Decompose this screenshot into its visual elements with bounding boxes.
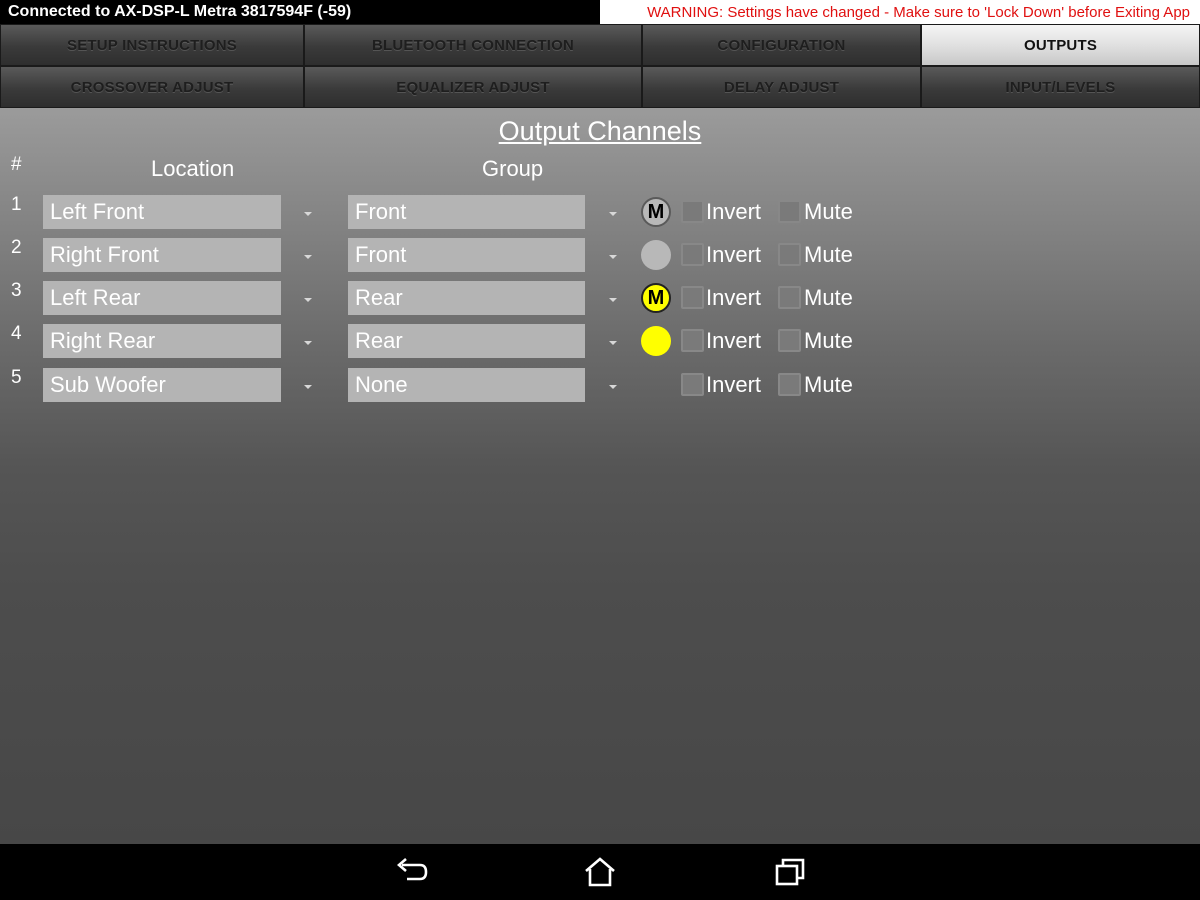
- tab-equalizer-adjust[interactable]: EQUALIZER ADJUST: [304, 66, 642, 108]
- tab-setup-instructions[interactable]: SETUP INSTRUCTIONS: [0, 24, 304, 66]
- column-location-header: Location: [151, 156, 235, 181]
- channel-number: 5: [11, 367, 22, 388]
- location-select[interactable]: Right Front: [43, 238, 281, 272]
- group-dropdown-icon[interactable]: [609, 385, 617, 389]
- group-select[interactable]: Rear: [348, 281, 585, 315]
- invert-checkbox[interactable]: [681, 200, 704, 223]
- location-dropdown-icon[interactable]: [304, 298, 312, 302]
- group-select[interactable]: Front: [348, 238, 585, 272]
- invert-label: Invert: [706, 328, 762, 353]
- channel-number: 3: [11, 280, 22, 301]
- invert-label: Invert: [706, 372, 762, 397]
- location-dropdown-icon[interactable]: [304, 341, 312, 345]
- master-indicator[interactable]: M: [641, 197, 671, 227]
- group-select[interactable]: None: [348, 368, 585, 402]
- mute-label: Mute: [804, 285, 853, 310]
- tab-crossover-adjust[interactable]: CROSSOVER ADJUST: [0, 66, 304, 108]
- tab-delay-adjust[interactable]: DELAY ADJUST: [642, 66, 921, 108]
- channel-number: 2: [11, 237, 22, 258]
- connection-status: Connected to AX-DSP-L Metra 3817594F (-5…: [8, 3, 352, 20]
- mute-checkbox[interactable]: [778, 286, 801, 309]
- invert-checkbox[interactable]: [681, 286, 704, 309]
- channel-number: 4: [11, 323, 22, 344]
- mute-label: Mute: [804, 372, 853, 397]
- group-dropdown-icon[interactable]: [609, 255, 617, 259]
- mute-checkbox[interactable]: [778, 329, 801, 352]
- location-select[interactable]: Left Front: [43, 195, 281, 229]
- recent-apps-icon: [775, 858, 805, 886]
- home-icon: [585, 857, 615, 887]
- tab-input-levels[interactable]: INPUT/LEVELS: [921, 66, 1200, 108]
- tab-outputs[interactable]: OUTPUTS: [921, 24, 1200, 66]
- location-select[interactable]: Sub Woofer: [43, 368, 281, 402]
- group-select[interactable]: Front: [348, 195, 585, 229]
- back-button[interactable]: [393, 856, 429, 888]
- invert-label: Invert: [706, 242, 762, 267]
- channel-number: 1: [11, 194, 22, 215]
- column-number-header: #: [11, 154, 22, 175]
- master-indicator[interactable]: M: [641, 283, 671, 313]
- invert-label: Invert: [706, 285, 762, 310]
- invert-checkbox[interactable]: [681, 243, 704, 266]
- tab-bluetooth-connection[interactable]: BLUETOOTH CONNECTION: [304, 24, 642, 66]
- warning-banner: WARNING: Settings have changed - Make su…: [600, 0, 1200, 24]
- master-indicator[interactable]: [641, 240, 671, 270]
- warning-text: WARNING: Settings have changed - Make su…: [647, 4, 1190, 21]
- group-select[interactable]: Rear: [348, 324, 585, 358]
- master-indicator[interactable]: [641, 326, 671, 356]
- back-arrow-icon: [397, 858, 428, 881]
- column-group-header: Group: [482, 156, 544, 181]
- location-dropdown-icon[interactable]: [304, 255, 312, 259]
- location-dropdown-icon[interactable]: [304, 385, 312, 389]
- invert-label: Invert: [706, 199, 762, 224]
- invert-checkbox[interactable]: [681, 329, 704, 352]
- group-dropdown-icon[interactable]: [609, 212, 617, 216]
- invert-checkbox[interactable]: [681, 373, 704, 396]
- mute-checkbox[interactable]: [778, 243, 801, 266]
- location-select[interactable]: Left Rear: [43, 281, 281, 315]
- mute-label: Mute: [804, 328, 853, 353]
- mute-checkbox[interactable]: [778, 373, 801, 396]
- status-bar: Connected to AX-DSP-L Metra 3817594F (-5…: [0, 0, 1200, 24]
- home-button[interactable]: [582, 856, 618, 888]
- mute-label: Mute: [804, 242, 853, 267]
- mute-label: Mute: [804, 199, 853, 224]
- mute-checkbox[interactable]: [778, 200, 801, 223]
- location-select[interactable]: Right Rear: [43, 324, 281, 358]
- page-title: Output Channels: [498, 116, 702, 146]
- output-channels-panel: Output Channels # Location Group 1 Left F…: [0, 108, 1200, 844]
- group-dropdown-icon[interactable]: [609, 341, 617, 345]
- tab-configuration[interactable]: CONFIGURATION: [642, 24, 921, 66]
- group-dropdown-icon[interactable]: [609, 298, 617, 302]
- navigation-bar: [0, 844, 1200, 900]
- recent-apps-button[interactable]: [773, 856, 809, 888]
- location-dropdown-icon[interactable]: [304, 212, 312, 216]
